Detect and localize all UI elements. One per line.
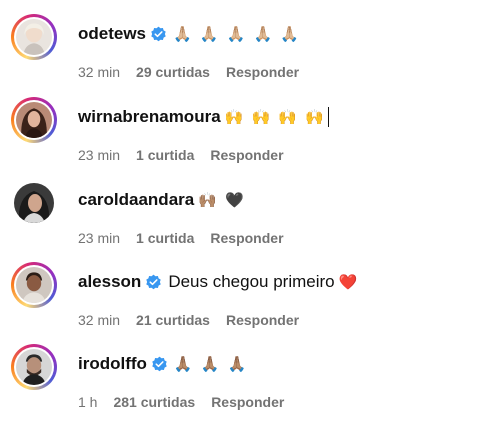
text-cursor xyxy=(327,107,329,127)
avatar[interactable] xyxy=(11,14,57,60)
username[interactable]: wirnabrenamoura xyxy=(78,107,221,127)
avatar-image xyxy=(14,183,54,223)
comment-item: alesson Deus chegou primeiro ❤️ 32 min 2… xyxy=(0,262,482,344)
reply-button[interactable]: Responder xyxy=(210,230,283,246)
comment-emojis: 🙏🏽 🙏🏽 🙏🏽 xyxy=(173,356,249,373)
comment-time: 1 h xyxy=(78,394,98,410)
reply-button[interactable]: Responder xyxy=(211,394,284,410)
username[interactable]: irodolffo xyxy=(78,354,147,374)
reply-button[interactable]: Responder xyxy=(210,147,283,163)
likes-count[interactable]: 21 curtidas xyxy=(136,312,210,328)
comment-item: irodolffo 🙏🏽 🙏🏽 🙏🏽 1 h 281 curtidas Resp… xyxy=(0,344,482,426)
comment-emojis: 🙏🏼 🙏🏼 🙏🏼 🙏🏼 🙏🏼 xyxy=(173,26,302,43)
avatar-image xyxy=(16,267,52,303)
comment-emojis: ❤️ xyxy=(338,274,360,291)
username[interactable]: odetews xyxy=(78,24,146,44)
verified-badge-icon xyxy=(150,26,167,43)
comment-item: caroldaandara 🙌🏽 🖤 23 min 1 curtida Resp… xyxy=(0,180,482,262)
username[interactable]: caroldaandara xyxy=(78,190,194,210)
comment-emojis: 🙌🏽 🖤 xyxy=(198,192,246,209)
comment-item: odetews 🙏🏼 🙏🏼 🙏🏼 🙏🏼 🙏🏼 32 min 29 curtida… xyxy=(0,14,482,96)
avatar-image xyxy=(16,19,52,55)
likes-count[interactable]: 281 curtidas xyxy=(113,394,195,410)
reply-button[interactable]: Responder xyxy=(226,64,299,80)
comment-item: wirnabrenamoura 🙌 🙌 🙌 🙌 23 min 1 curtida… xyxy=(0,97,482,179)
avatar[interactable] xyxy=(11,97,57,143)
likes-count[interactable]: 1 curtida xyxy=(136,147,194,163)
avatar[interactable] xyxy=(11,262,57,308)
likes-count[interactable]: 29 curtidas xyxy=(136,64,210,80)
verified-badge-icon xyxy=(145,274,162,291)
likes-count[interactable]: 1 curtida xyxy=(136,230,194,246)
comment-time: 23 min xyxy=(78,147,121,163)
comment-time: 23 min xyxy=(78,230,121,246)
avatar[interactable] xyxy=(11,344,57,390)
avatar-image xyxy=(16,102,52,138)
verified-badge-icon xyxy=(151,356,168,373)
reply-button[interactable]: Responder xyxy=(226,312,299,328)
avatar[interactable] xyxy=(11,180,57,226)
comment-text: Deus chegou primeiro xyxy=(168,272,335,291)
comment-time: 32 min xyxy=(78,64,121,80)
username[interactable]: alesson xyxy=(78,272,141,292)
avatar-image xyxy=(16,349,52,385)
comment-time: 32 min xyxy=(78,312,121,328)
comment-emojis: 🙌 🙌 🙌 🙌 xyxy=(224,109,326,126)
